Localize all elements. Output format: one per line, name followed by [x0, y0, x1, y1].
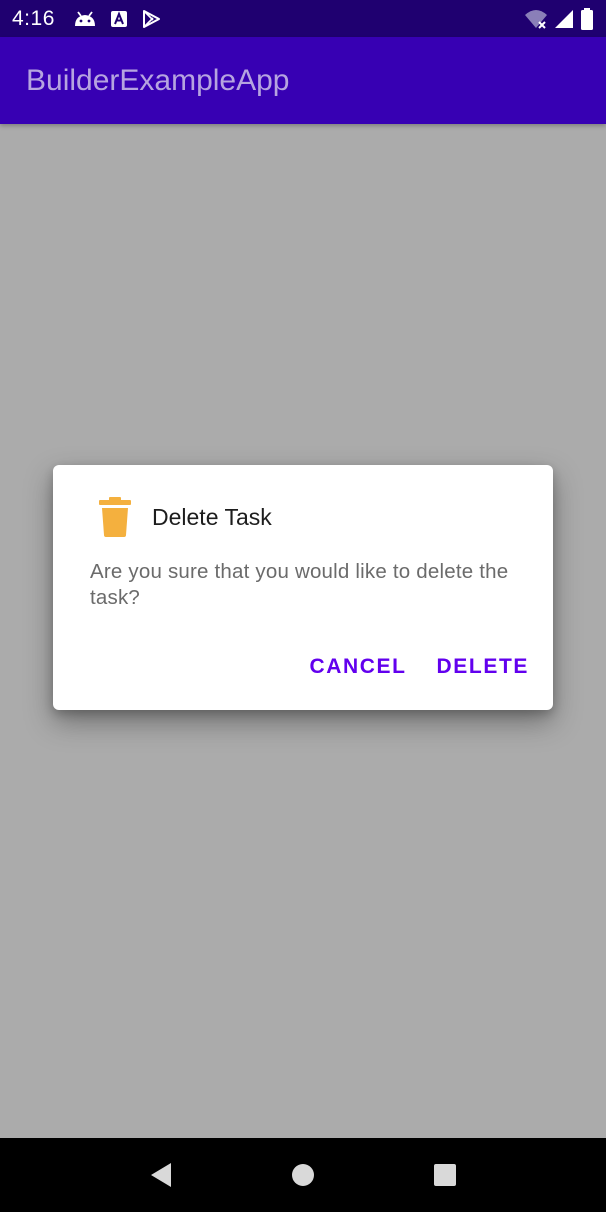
- cellular-signal-icon: [554, 9, 574, 29]
- android-debug-icon: [73, 10, 97, 27]
- app-bar: BuilderExampleApp: [0, 37, 606, 124]
- home-icon[interactable]: [279, 1151, 327, 1199]
- delete-button[interactable]: DELETE: [425, 651, 541, 683]
- cancel-button[interactable]: CANCEL: [297, 651, 418, 683]
- back-icon[interactable]: [137, 1151, 185, 1199]
- font-a-icon: [110, 10, 128, 28]
- status-bar: 4:16: [0, 0, 606, 37]
- dialog-header: Delete Task: [97, 497, 272, 537]
- delete-task-dialog: Delete Task Are you sure that you would …: [53, 465, 553, 710]
- dialog-title: Delete Task: [152, 503, 272, 530]
- navigation-bar: [0, 1138, 606, 1212]
- app-title: BuilderExampleApp: [26, 63, 290, 97]
- status-system-icons: [524, 7, 594, 30]
- dialog-message: Are you sure that you would like to dele…: [90, 560, 509, 609]
- wifi-off-icon: [524, 8, 548, 30]
- trash-icon: [97, 497, 133, 537]
- recents-icon[interactable]: [421, 1151, 469, 1199]
- battery-icon: [580, 7, 594, 30]
- dialog-actions: CANCEL DELETE: [297, 651, 541, 683]
- screen: 4:16 BuilderExampleApp Delete Task Are y…: [0, 0, 606, 1212]
- play-store-icon: [141, 9, 161, 29]
- status-time: 4:16: [12, 6, 55, 30]
- status-notification-icons: [73, 9, 161, 29]
